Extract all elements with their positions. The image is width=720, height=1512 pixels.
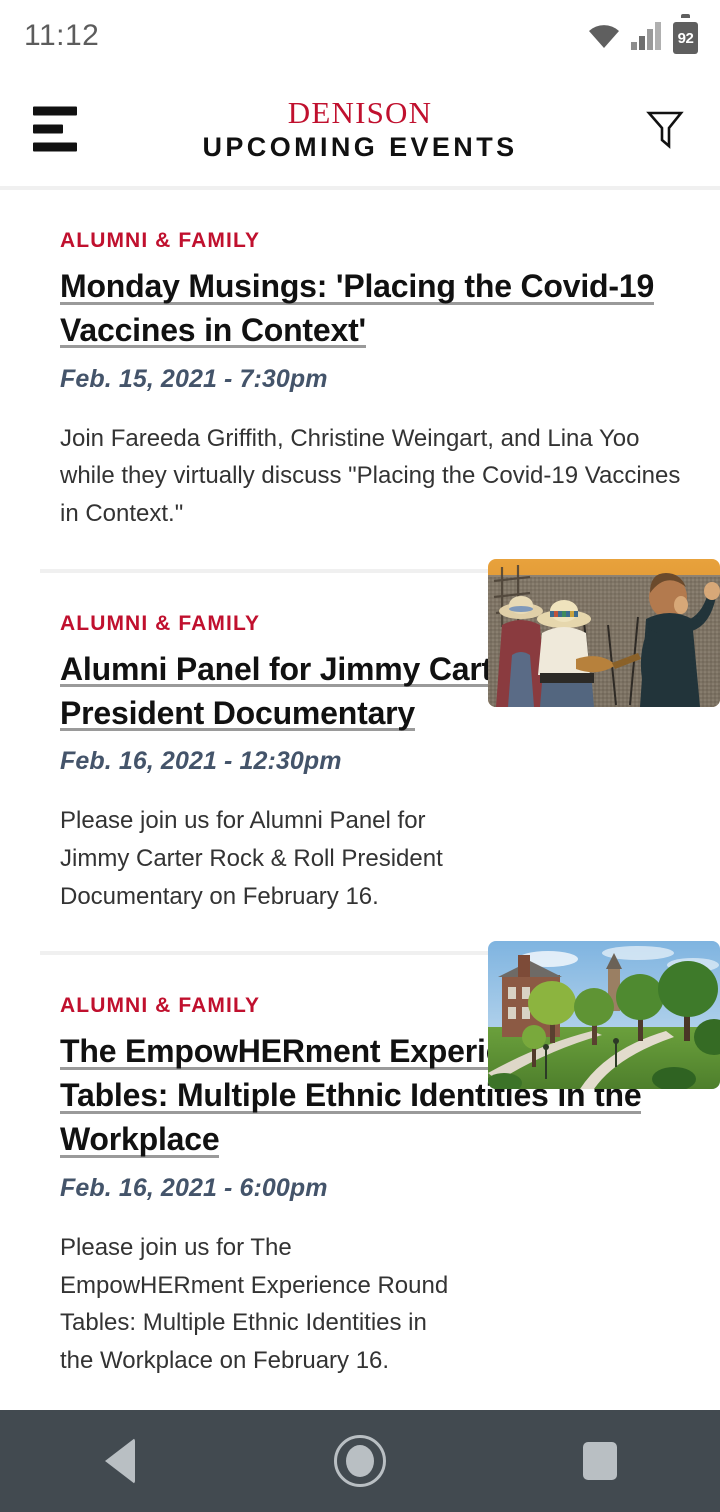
- event-body-row: Join Fareeda Griffith, Christine Weingar…: [60, 420, 708, 533]
- home-circle-inner: [346, 1445, 374, 1477]
- concert-crowd-photo: [488, 558, 720, 707]
- hamburger-bar-2: [33, 124, 63, 134]
- recents-square-icon: [583, 1442, 617, 1480]
- event-description: Please join us for The EmpowHERment Expe…: [60, 1233, 449, 1374]
- denison-logo: DENISON: [287, 94, 433, 130]
- battery-icon: 92: [673, 14, 698, 54]
- event-title-link[interactable]: Monday Musings: 'Placing the Covid-19 Va…: [60, 268, 654, 350]
- home-circle-icon: [334, 1435, 386, 1487]
- status-time: 11:12: [24, 19, 100, 52]
- back-triangle-icon: [105, 1438, 135, 1484]
- event-category-label: ALUMNI & FAMILY: [60, 229, 261, 252]
- hamburger-bar-3: [33, 142, 77, 152]
- nav-back-button[interactable]: [60, 1410, 180, 1512]
- status-icons: 92: [587, 14, 698, 54]
- event-content: ALUMNI & FAMILY Monday Musings: 'Placing…: [0, 230, 720, 533]
- events-list: ALUMNI & FAMILY Monday Musings: 'Placing…: [0, 190, 720, 1380]
- event-date: Feb. 16, 2021 - 6:00pm: [60, 1173, 328, 1202]
- filter-funnel-icon: [646, 111, 684, 149]
- nav-recents-button[interactable]: [540, 1410, 660, 1512]
- event-thumbnail[interactable]: [488, 941, 720, 1090]
- event-card[interactable]: ALUMNI & FAMILY The EmpowHERment Experie…: [0, 941, 720, 1380]
- battery-body: 92: [673, 22, 698, 54]
- filter-button[interactable]: [642, 106, 688, 152]
- app-header: DENISON UPCOMING EVENTS: [0, 72, 720, 190]
- event-date: Feb. 15, 2021 - 7:30pm: [60, 364, 328, 393]
- event-description: Please join us for Alumni Panel for Jimm…: [60, 807, 443, 910]
- status-bar: 11:12 92: [0, 0, 720, 72]
- header-brand-block: DENISON UPCOMING EVENTS: [130, 97, 590, 161]
- hamburger-menu-icon[interactable]: [33, 106, 77, 152]
- page-title: UPCOMING EVENTS: [202, 131, 518, 162]
- hamburger-bar-1: [33, 106, 77, 116]
- event-card[interactable]: ALUMNI & FAMILY Monday Musings: 'Placing…: [0, 190, 720, 573]
- event-thumbnail[interactable]: [488, 558, 720, 707]
- event-title-wrap: Monday Musings: 'Placing the Covid-19 Va…: [60, 265, 708, 353]
- battery-level-label: 92: [677, 29, 694, 47]
- android-nav-bar: [0, 1410, 720, 1512]
- battery-cap: [681, 14, 690, 18]
- event-body-row: Please join us for Alumni Panel for Jimm…: [60, 558, 720, 915]
- event-card[interactable]: ALUMNI & FAMILY Alumni Panel for Jimmy C…: [0, 558, 720, 956]
- wifi-icon: [589, 25, 619, 48]
- event-content: ALUMNI & FAMILY The EmpowHERment Experie…: [0, 941, 720, 1380]
- event-description: Join Fareeda Griffith, Christine Weingar…: [60, 424, 681, 527]
- campus-quad-photo: [488, 941, 720, 1090]
- event-content: ALUMNI & FAMILY Alumni Panel for Jimmy C…: [0, 558, 720, 916]
- event-date: Feb. 16, 2021 - 12:30pm: [60, 747, 342, 776]
- cellular-signal-icon: [631, 22, 661, 50]
- nav-home-button[interactable]: [300, 1410, 420, 1512]
- event-body-row: Please join us for The EmpowHERment Expe…: [60, 941, 720, 1380]
